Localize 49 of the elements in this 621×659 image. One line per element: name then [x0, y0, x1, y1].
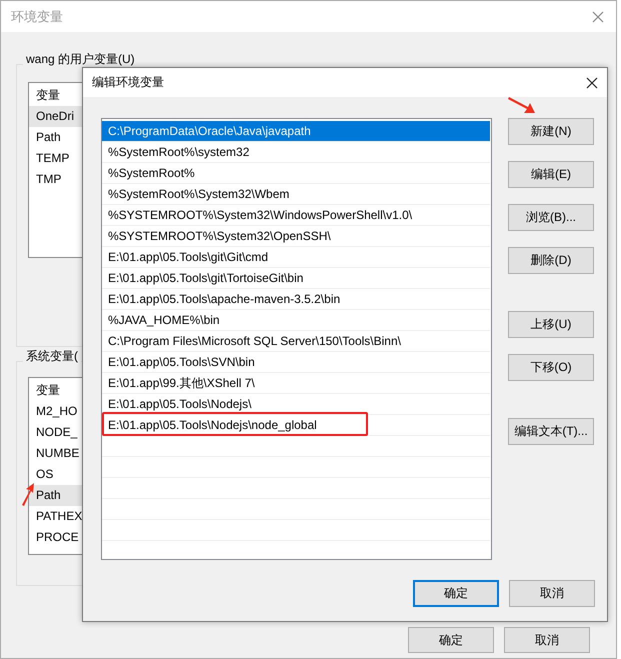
entry-text: %SystemRoot% — [108, 166, 195, 180]
list-entry[interactable]: E:\01.app\05.Tools\git\TortoiseGit\bin — [102, 268, 490, 289]
list-entry[interactable]: E:\01.app\05.Tools\Nodejs\ — [102, 394, 490, 415]
list-entry[interactable]: C:\Program Files\Microsoft SQL Server\150\Tools\Binn\ — [102, 331, 490, 352]
action-button[interactable]: 删除(D) — [508, 247, 594, 274]
entry-text: E:\01.app\05.Tools\git\Git\cmd — [108, 250, 268, 264]
list-entry[interactable]: E:\01.app\05.Tools\SVN\bin — [102, 352, 490, 373]
list-entry[interactable]: %SYSTEMROOT%\System32\WindowsPowerShell\v1.0\ — [102, 205, 490, 226]
list-entry[interactable]: %SystemRoot%\System32\Wbem — [102, 184, 490, 205]
list-entry[interactable]: E:\01.app\05.Tools\apache-maven-3.5.2\bin — [102, 289, 490, 310]
entry-text: E:\01.app\05.Tools\SVN\bin — [108, 355, 255, 369]
list-entry[interactable]: E:\01.app\99.其他\XShell 7\ — [102, 373, 490, 394]
entry-text: E:\01.app\99.其他\XShell 7\ — [108, 376, 255, 390]
entry-text: %SYSTEMROOT%\System32\OpenSSH\ — [108, 229, 331, 243]
entry-text: C:\ProgramData\Oracle\Java\javapath — [108, 124, 311, 138]
list-entry[interactable]: %SYSTEMROOT%\System32\OpenSSH\ — [102, 226, 490, 247]
annotation-arrow-icon — [508, 95, 536, 115]
window-title: 环境变量 — [11, 8, 63, 26]
list-entry[interactable]: %SystemRoot% — [102, 163, 490, 184]
action-button[interactable]: 浏览(B)... — [508, 204, 594, 231]
group-label: 系统变量( — [23, 348, 81, 365]
annotation-arrow-icon — [21, 482, 35, 506]
list-entry[interactable]: E:\01.app\05.Tools\Nodejs\node_global — [102, 415, 490, 436]
entry-text: %SYSTEMROOT%\System32\WindowsPowerShell\v1.0\ — [108, 208, 412, 222]
entry-text: %JAVA_HOME%\bin — [108, 313, 220, 327]
list-entry[interactable]: E:\01.app\05.Tools\git\Git\cmd — [102, 247, 490, 268]
column-header: 变量 — [35, 382, 61, 399]
entry-text: E:\01.app\05.Tools\Nodejs\ — [108, 397, 252, 411]
list-entry[interactable]: %JAVA_HOME%\bin — [102, 310, 490, 331]
action-button[interactable]: 上移(U) — [508, 311, 594, 338]
ok-button[interactable]: 确定 — [413, 580, 499, 607]
cancel-button[interactable]: 取消 — [509, 580, 595, 607]
action-button[interactable]: 编辑(E) — [508, 161, 594, 188]
action-button[interactable]: 新建(N) — [508, 118, 594, 145]
list-entry[interactable]: %SystemRoot%\system32 — [102, 142, 490, 163]
entry-text: E:\01.app\05.Tools\git\TortoiseGit\bin — [108, 271, 304, 285]
dialog-title: 编辑环境变量 — [92, 74, 164, 91]
column-header: 变量 — [35, 87, 61, 104]
entry-text: E:\01.app\05.Tools\apache-maven-3.5.2\bin — [108, 292, 340, 306]
entry-text: %SystemRoot%\System32\Wbem — [108, 187, 290, 201]
ok-button[interactable]: 确定 — [408, 627, 494, 653]
entry-text: C:\Program Files\Microsoft SQL Server\150\Tools\Binn\ — [108, 334, 401, 348]
cancel-button[interactable]: 取消 — [504, 627, 590, 653]
action-button[interactable]: 下移(O) — [508, 354, 594, 381]
list-entry[interactable]: C:\ProgramData\Oracle\Java\javapath — [102, 121, 490, 142]
close-icon[interactable] — [586, 76, 598, 88]
entry-text: %SystemRoot%\system32 — [108, 145, 250, 159]
action-button[interactable]: 编辑文本(T)... — [508, 418, 594, 445]
entry-text: E:\01.app\05.Tools\Nodejs\node_global — [108, 418, 317, 432]
